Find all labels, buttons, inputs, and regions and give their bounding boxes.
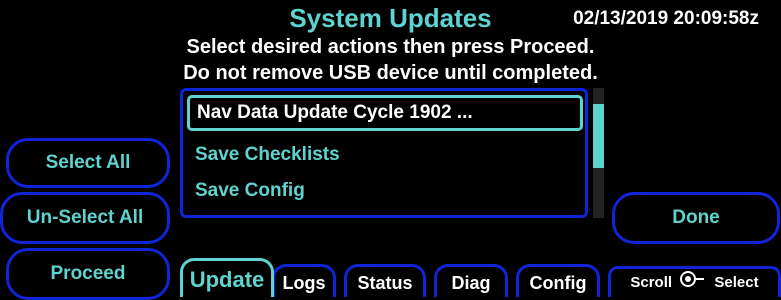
instruction-line-2: Do not remove USB device until completed… [183, 62, 598, 84]
scroll-label: Scroll [630, 274, 673, 291]
knob-icon [680, 269, 706, 297]
tab-bar: Update Logs Status Diag Config [180, 258, 600, 297]
select-label: Select [714, 274, 759, 291]
tab-diag[interactable]: Diag [434, 264, 508, 297]
done-button[interactable]: Done [612, 192, 780, 244]
instruction-line-1: Select desired actions then press Procee… [186, 36, 595, 58]
select-all-button[interactable]: Select All [6, 138, 170, 188]
list-item[interactable]: Save Config [187, 175, 583, 211]
tab-config[interactable]: Config [516, 264, 600, 297]
tab-update[interactable]: Update [180, 258, 274, 297]
unselect-all-button[interactable]: Un-Select All [0, 192, 170, 244]
update-action-list: Nav Data Update Cycle 1902 ... Save Chec… [180, 88, 588, 218]
tab-logs[interactable]: Logs [272, 264, 336, 297]
list-scrollbar[interactable] [593, 88, 604, 218]
scrollbar-thumb[interactable] [593, 104, 604, 168]
list-item[interactable]: Nav Data Update Cycle 1902 ... [187, 95, 583, 131]
timestamp: 02/13/2019 20:09:58z [573, 8, 759, 29]
tab-status[interactable]: Status [344, 264, 426, 297]
list-item[interactable]: Save Checklists [187, 139, 583, 175]
proceed-button[interactable]: Proceed [6, 248, 170, 300]
scroll-select-hint: Scroll Select [608, 266, 781, 297]
